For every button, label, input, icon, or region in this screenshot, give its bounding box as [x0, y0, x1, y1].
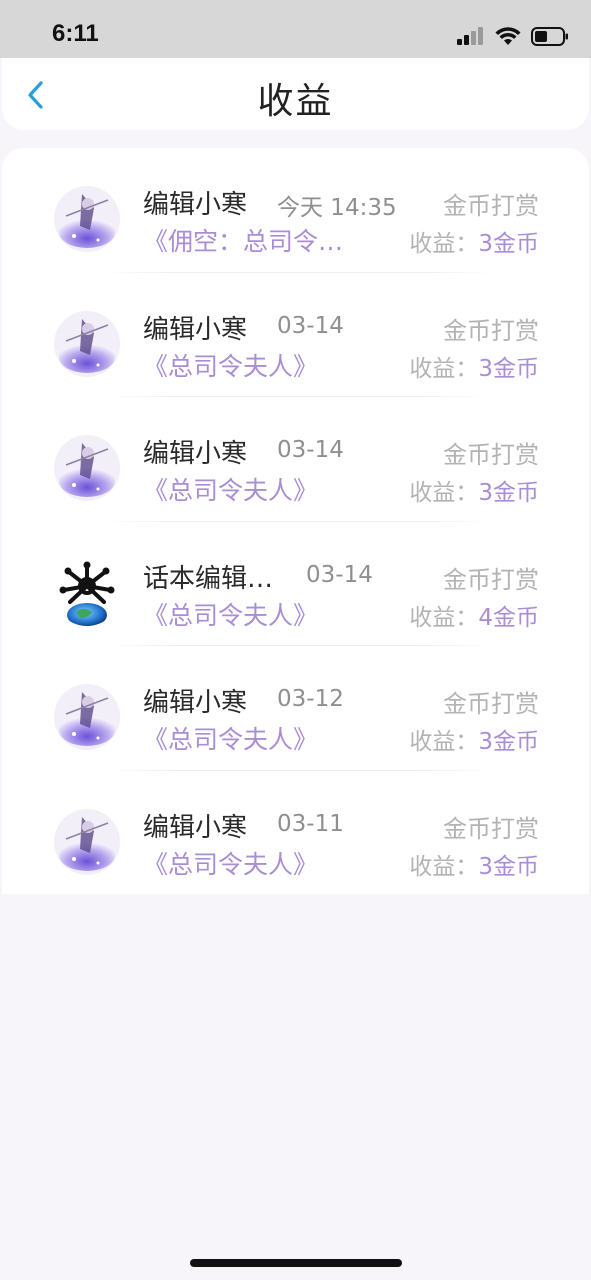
- record-date: 03-12: [277, 686, 344, 712]
- signal-icon: [457, 27, 483, 45]
- earnings: 收益：3金币: [409, 224, 539, 258]
- earnings-list: 编辑小寒 今天 14:35 金币打赏 《佣空：总司令… 收益：3金币 编辑小寒 …: [2, 148, 589, 894]
- record-date: 03-14: [277, 312, 344, 339]
- earnings-value: 3金币: [478, 231, 539, 257]
- earnings: 收益：3金币: [409, 473, 539, 507]
- record-date: 03-14: [306, 561, 373, 588]
- sender-name: 编辑小寒: [143, 439, 248, 469]
- record-date: 03-11: [277, 810, 344, 837]
- globe-mascot-avatar: [54, 559, 120, 626]
- record-type: 金币打赏: [443, 192, 539, 220]
- earnings-label: 收益：: [409, 729, 479, 755]
- list-item[interactable]: 话本编辑… 03-14 金币打赏 《总司令夫人》 收益：4金币: [2, 522, 589, 646]
- list-item[interactable]: 编辑小寒 03-12 金币打赏 《总司令夫人》 收益：3金币: [2, 646, 589, 771]
- anime-girl-avatar: [54, 684, 120, 750]
- status-time: 6:11: [52, 20, 99, 47]
- anime-girl-avatar: [54, 186, 120, 252]
- list-item[interactable]: 编辑小寒 今天 14:35 金币打赏 《佣空：总司令… 收益：3金币: [2, 148, 589, 273]
- book-title: 《总司令夫人》: [143, 725, 319, 754]
- earnings-label: 收益：: [409, 355, 479, 382]
- book-title: 《总司令夫人》: [143, 476, 319, 505]
- anime-girl-avatar: [54, 808, 120, 875]
- earnings-label: 收益：: [409, 480, 479, 506]
- record-date: 今天 14:35: [277, 195, 397, 221]
- earnings-label: 收益：: [409, 604, 479, 631]
- wifi-icon: [495, 26, 521, 45]
- record-type: 金币打赏: [443, 565, 539, 594]
- book-title: 《佣空：总司令…: [143, 227, 344, 256]
- earnings-value: 3金币: [478, 355, 539, 382]
- sender-name: 编辑小寒: [143, 688, 248, 718]
- book-title: 《总司令夫人》: [143, 600, 319, 630]
- record-date: 03-14: [277, 437, 344, 463]
- earnings: 收益：3金币: [409, 722, 539, 756]
- book-title: 《总司令夫人》: [143, 351, 319, 381]
- battery-icon: [531, 26, 568, 46]
- earnings-label: 收益：: [409, 853, 479, 880]
- earnings-value: 3金币: [478, 729, 539, 755]
- earnings-value: 3金币: [478, 853, 539, 880]
- book-title: 《总司令夫人》: [143, 849, 319, 879]
- list-item[interactable]: 编辑小寒 03-14 金币打赏 《总司令夫人》 收益：3金币: [2, 273, 589, 397]
- earnings: 收益：3金币: [409, 349, 539, 383]
- record-type: 金币打赏: [443, 814, 539, 843]
- sender-name: 编辑小寒: [143, 812, 248, 843]
- anime-girl-avatar: [54, 310, 120, 377]
- record-type: 金币打赏: [443, 690, 539, 718]
- sender-name: 编辑小寒: [143, 190, 248, 220]
- earnings-value: 4金币: [478, 604, 539, 631]
- anime-girl-avatar: [54, 435, 120, 501]
- list-item[interactable]: 编辑小寒 03-11 金币打赏 《总司令夫人》 收益：3金币: [2, 771, 589, 896]
- status-icons: [457, 24, 569, 48]
- nav-bar: 收益: [2, 58, 589, 130]
- list-item[interactable]: 编辑小寒 03-14 金币打赏 《总司令夫人》 收益：3金币: [2, 397, 589, 522]
- record-type: 金币打赏: [443, 316, 539, 345]
- earnings-label: 收益：: [409, 231, 479, 257]
- sender-name: 编辑小寒: [143, 314, 248, 345]
- record-type: 金币打赏: [443, 441, 539, 469]
- earnings: 收益：4金币: [409, 598, 539, 632]
- status-bar: 6:11: [0, 0, 591, 58]
- earnings: 收益：3金币: [409, 847, 539, 881]
- earnings-value: 3金币: [478, 480, 539, 506]
- home-indicator[interactable]: [190, 1259, 402, 1267]
- sender-name: 话本编辑…: [143, 563, 274, 594]
- page-title: 收益: [257, 81, 334, 122]
